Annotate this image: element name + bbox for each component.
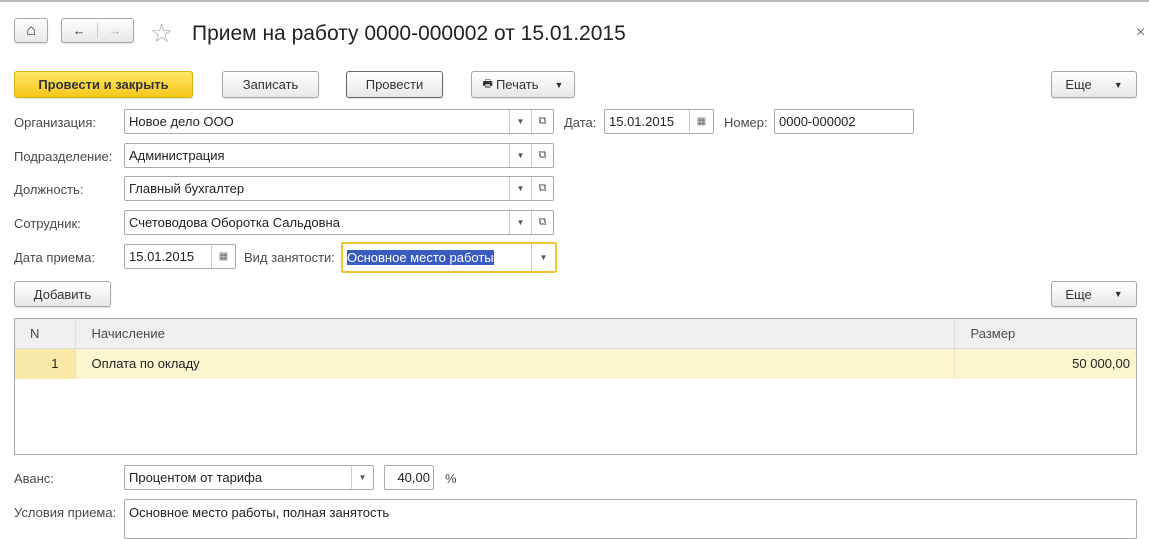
- open-icon[interactable]: ⧉: [531, 177, 553, 200]
- cell-accrual: Оплата по окладу: [75, 348, 955, 379]
- post-button[interactable]: Провести: [346, 71, 443, 98]
- hire-date-field[interactable]: 15.01.2015 ▦: [124, 244, 236, 269]
- post-and-close-button[interactable]: Провести и закрыть: [14, 71, 193, 98]
- col-size[interactable]: Размер: [954, 319, 1136, 349]
- save-button[interactable]: Записать: [222, 71, 319, 98]
- open-icon[interactable]: ⧉: [531, 211, 553, 234]
- cell-n: 1: [15, 348, 76, 379]
- dept-value: Администрация: [129, 148, 225, 163]
- col-n[interactable]: N: [15, 319, 76, 349]
- col-accrual[interactable]: Начисление: [75, 319, 955, 349]
- employee-label: Сотрудник:: [14, 216, 81, 231]
- number-field[interactable]: 0000-000002: [774, 109, 914, 134]
- advance-value-field[interactable]: 40,00: [384, 465, 434, 490]
- dropdown-icon[interactable]: ▼: [509, 144, 531, 167]
- employment-kind-value: Основное место работы: [347, 250, 494, 265]
- advance-label: Аванс:: [14, 471, 54, 486]
- open-icon[interactable]: ⧉: [531, 144, 553, 167]
- employment-kind-field[interactable]: Основное место работы ▼: [341, 242, 557, 273]
- org-field[interactable]: Новое дело ООО ▼ ⧉: [124, 109, 554, 134]
- table-header: N Начисление Размер: [15, 319, 1136, 349]
- nav-buttons: ← →: [61, 18, 134, 43]
- dropdown-icon[interactable]: ▼: [509, 110, 531, 133]
- hire-date-label: Дата приема:: [14, 250, 95, 265]
- org-value: Новое дело ООО: [129, 114, 234, 129]
- open-icon[interactable]: ⧉: [531, 110, 553, 133]
- calendar-icon[interactable]: ▦: [211, 245, 235, 268]
- position-field[interactable]: Главный бухгалтер ▼ ⧉: [124, 176, 554, 201]
- more-label: Еще: [1065, 77, 1092, 92]
- print-button[interactable]: 🖶 Печать ▼: [471, 71, 575, 98]
- accruals-table: N Начисление Размер 1 Оплата по окладу 5…: [14, 318, 1137, 455]
- date-label: Дата:: [564, 115, 597, 130]
- advance-mode-field[interactable]: Процентом от тарифа ▼: [124, 465, 374, 490]
- position-value: Главный бухгалтер: [129, 181, 245, 196]
- employment-kind-label: Вид занятости:: [244, 250, 335, 265]
- employment-kind-wrap: Основное место работы: [343, 250, 531, 265]
- advance-value: 40,00: [397, 470, 430, 485]
- more-label: Еще: [1065, 286, 1092, 302]
- employee-value: Счетоводова Оборотка Сальдовна: [129, 215, 340, 230]
- advance-mode-value: Процентом от тарифа: [129, 470, 263, 485]
- table-row[interactable]: 1 Оплата по окладу 50 000,00: [15, 348, 1136, 379]
- hire-date-value: 15.01.2015: [129, 249, 195, 264]
- chevron-down-icon: ▼: [554, 79, 564, 90]
- cell-size: 50 000,00: [1072, 356, 1130, 372]
- conditions-textarea[interactable]: Основное место работы, полная занятость: [124, 499, 1137, 539]
- employee-field[interactable]: Счетоводова Оборотка Сальдовна ▼ ⧉: [124, 210, 554, 235]
- favorite-star-icon[interactable]: ☆: [150, 18, 173, 49]
- forward-button[interactable]: →: [98, 23, 134, 38]
- date-field[interactable]: 15.01.2015 ▦: [604, 109, 714, 134]
- more-button[interactable]: Еще ▼: [1051, 71, 1137, 98]
- dropdown-icon[interactable]: ▼: [351, 466, 373, 489]
- page-title: Прием на работу 0000-000002 от 15.01.201…: [192, 22, 626, 45]
- number-label: Номер:: [724, 115, 768, 130]
- position-label: Должность:: [14, 182, 84, 197]
- table-more-button[interactable]: Еще ▼: [1051, 281, 1137, 307]
- dropdown-icon[interactable]: ▼: [531, 244, 555, 271]
- chevron-down-icon: ▼: [1113, 79, 1123, 90]
- printer-icon: 🖶: [482, 78, 493, 90]
- print-label: Печать: [495, 77, 539, 92]
- home-icon: ⌂: [26, 21, 36, 39]
- dropdown-icon[interactable]: ▼: [509, 177, 531, 200]
- add-button[interactable]: Добавить: [14, 281, 111, 307]
- dropdown-icon[interactable]: ▼: [509, 211, 531, 234]
- number-value: 0000-000002: [779, 114, 856, 129]
- percent-label: %: [445, 471, 457, 486]
- close-icon[interactable]: ×: [1136, 24, 1145, 42]
- date-value: 15.01.2015: [609, 114, 675, 129]
- calendar-icon[interactable]: ▦: [689, 110, 713, 133]
- back-button[interactable]: ←: [62, 23, 98, 38]
- org-label: Организация:: [14, 115, 97, 130]
- chevron-down-icon: ▼: [1113, 289, 1123, 299]
- conditions-label: Условия приема:: [14, 505, 117, 520]
- home-button[interactable]: ⌂: [14, 18, 48, 43]
- dept-label: Подразделение:: [14, 149, 113, 164]
- dept-field[interactable]: Администрация ▼ ⧉: [124, 143, 554, 168]
